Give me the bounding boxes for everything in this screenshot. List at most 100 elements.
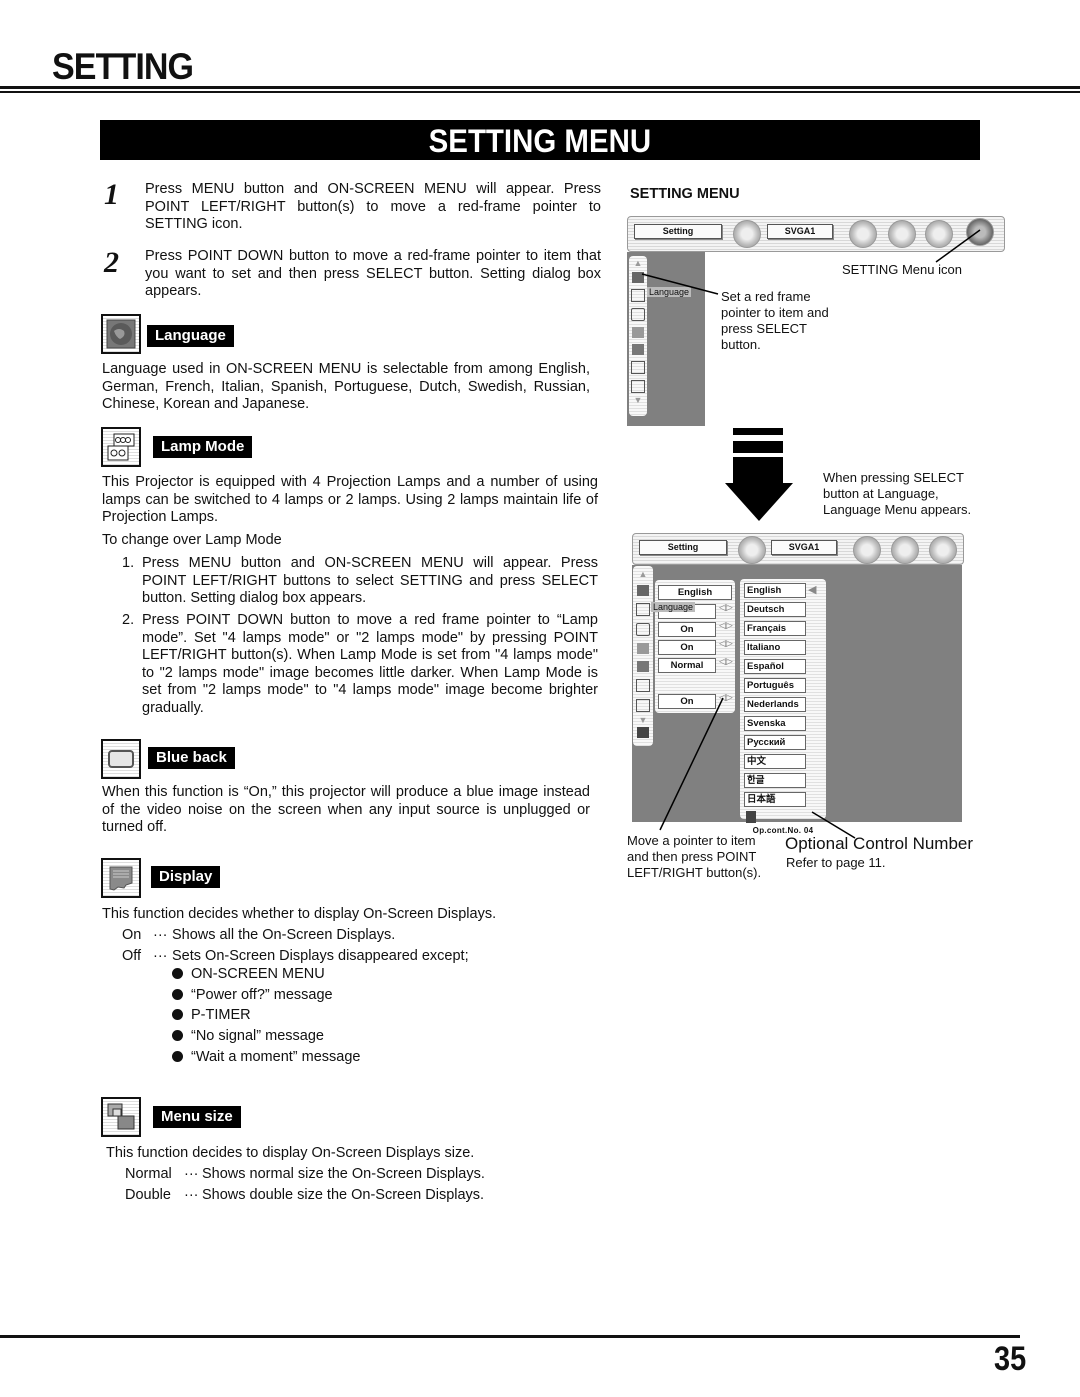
lamp-step-text-2: Press POINT DOWN button to move a red fr… bbox=[142, 612, 598, 716]
language-description: Language used in ON-SCREEN MENU is selec… bbox=[102, 361, 590, 412]
language-section-icon bbox=[101, 314, 141, 354]
select-language-callout: When pressing SELECT button at Language,… bbox=[823, 470, 972, 517]
logo-icon bbox=[631, 380, 645, 393]
language-option[interactable]: Français bbox=[744, 621, 806, 636]
lamp-step-text-1: Press MENU button and ON-SCREEN MENU wil… bbox=[142, 555, 598, 606]
setting-icon-callout: SETTING Menu icon bbox=[842, 262, 962, 277]
display-description: This function decides whether to display… bbox=[102, 906, 497, 922]
value-display[interactable]: On bbox=[658, 640, 716, 655]
left-right-arrows-icon: ◁▷ bbox=[719, 656, 733, 666]
blue-back-icon bbox=[636, 623, 650, 636]
figure-heading: SETTING MENU bbox=[630, 186, 740, 202]
blue-back-label: Blue back bbox=[148, 747, 235, 769]
display-option-on-key: On bbox=[122, 927, 142, 943]
language-option[interactable]: Deutsch bbox=[744, 602, 806, 617]
lamps-icon bbox=[107, 433, 135, 461]
list-item: “Wait a moment” message bbox=[172, 1047, 360, 1068]
display-exception-list: ON-SCREEN MENU “Power off?” message P-TI… bbox=[172, 964, 360, 1068]
osd-setting-label-2: Setting bbox=[639, 540, 727, 555]
language-label: Language bbox=[147, 325, 234, 347]
display-section-icon bbox=[101, 858, 141, 898]
lamp-mode-label: Lamp Mode bbox=[153, 436, 253, 458]
display-label: Display bbox=[151, 866, 221, 888]
display-option-off-key: Off bbox=[122, 948, 142, 964]
menu-size-option-double-desc: Shows double size the On-Screen Displays… bbox=[202, 1187, 485, 1203]
step-number-2: 2 bbox=[104, 246, 119, 279]
exception-text: P-TIMER bbox=[191, 1007, 251, 1024]
input-icon bbox=[738, 536, 766, 564]
blue-back-section-icon bbox=[101, 739, 141, 779]
sound-icon bbox=[929, 536, 957, 564]
bullet-icon bbox=[172, 1030, 183, 1042]
step-number-1: 1 bbox=[104, 178, 119, 211]
step-text-2: Press POINT DOWN button to move a red-fr… bbox=[145, 248, 601, 299]
list-item: “No signal” message bbox=[172, 1026, 360, 1047]
pointer-label-2: Language bbox=[651, 602, 696, 612]
menu-size-description: This function decides to display On-Scre… bbox=[106, 1145, 475, 1161]
move-pointer-callout: Move a pointer to item and then press PO… bbox=[627, 833, 762, 880]
list-item: ON-SCREEN MENU bbox=[172, 964, 360, 985]
arrow-bar-2 bbox=[733, 441, 783, 453]
menu-size-icon bbox=[632, 344, 644, 355]
footer-rule bbox=[0, 1335, 1020, 1338]
language-option[interactable]: Español bbox=[744, 659, 806, 674]
menu-size-option-double-sep: ··· bbox=[184, 1187, 199, 1203]
left-right-arrows-icon: ◁▷ bbox=[719, 638, 733, 648]
display-option-off-desc: Sets On-Screen Displays disappeared exce… bbox=[172, 948, 469, 964]
language-option[interactable]: Italiano bbox=[744, 640, 806, 655]
setting-icon-leader-line bbox=[935, 229, 981, 263]
down-arrow-icon bbox=[725, 457, 793, 521]
screen-icon bbox=[853, 536, 881, 564]
left-right-arrows-icon: ◁▷ bbox=[719, 620, 733, 630]
display-icon bbox=[637, 643, 649, 654]
value-blue-back[interactable]: On bbox=[658, 622, 716, 637]
set-pointer-leader-line bbox=[641, 273, 719, 295]
banner-title: SETTING MENU bbox=[428, 123, 652, 159]
lamp-mode-icon bbox=[636, 603, 650, 616]
page-title: SETTING bbox=[52, 46, 194, 87]
list-item: “Power off?” message bbox=[172, 985, 360, 1006]
exception-text: “Wait a moment” message bbox=[191, 1048, 361, 1065]
callout-lines-2 bbox=[659, 697, 856, 839]
value-language[interactable]: English bbox=[658, 585, 732, 600]
display-option-on-desc: Shows all the On-Screen Displays. bbox=[172, 927, 396, 943]
display-option-off-sep: ··· bbox=[153, 948, 168, 964]
left-right-arrows-icon: ◁▷ bbox=[719, 602, 733, 612]
opt-control-title: Optional Control Number bbox=[785, 834, 974, 853]
menu-size-section-icon bbox=[101, 1097, 141, 1137]
opt-control-ref: Refer to page 11. bbox=[786, 855, 886, 870]
current-language-arrow-icon: ◀ bbox=[808, 584, 817, 596]
exception-text: “Power off?” message bbox=[191, 986, 333, 1003]
bullet-icon bbox=[172, 988, 183, 1000]
value-menu-size[interactable]: Normal bbox=[658, 658, 716, 673]
arrow-bar-1 bbox=[733, 428, 783, 435]
globe-icon bbox=[106, 319, 136, 349]
scroll-down-icon: ▼ bbox=[633, 395, 643, 405]
language-icon bbox=[637, 585, 649, 596]
move-pointer-leader-line bbox=[659, 697, 724, 831]
lamp-mode-description: This Projector is equipped with 4 Projec… bbox=[102, 474, 598, 525]
list-item: P-TIMER bbox=[172, 1005, 360, 1026]
bullet-icon bbox=[172, 1050, 183, 1062]
menu-size-option-normal-sep: ··· bbox=[184, 1166, 199, 1182]
osd-source-label-2: SVGA1 bbox=[771, 540, 837, 555]
scroll-up-icon: ▲ bbox=[638, 569, 648, 579]
menu-size-option-normal-key: Normal bbox=[125, 1166, 172, 1182]
header-rule bbox=[0, 86, 1080, 89]
menu-size-label: Menu size bbox=[153, 1106, 241, 1128]
header-rule-thin bbox=[0, 91, 1080, 93]
step-text-1: Press MENU button and ON-SCREEN MENU wil… bbox=[145, 181, 601, 232]
display-icon bbox=[109, 866, 133, 891]
display-option-on-sep: ··· bbox=[153, 927, 168, 943]
set-pointer-callout: Set a red frame pointer to item and pres… bbox=[721, 289, 829, 352]
menu-size-option-double-key: Double bbox=[125, 1187, 171, 1203]
blue-back-description: When this function is “On,” this project… bbox=[102, 784, 590, 835]
menu-size-icon bbox=[107, 1103, 135, 1130]
bullet-icon bbox=[172, 968, 183, 979]
exception-text: ON-SCREEN MENU bbox=[191, 966, 325, 982]
menu-size-icon bbox=[637, 661, 649, 672]
page-number: 35 bbox=[994, 1340, 1027, 1378]
language-option[interactable]: English bbox=[744, 583, 806, 598]
image-adjust-icon bbox=[891, 536, 919, 564]
lamp-mode-section-icon bbox=[101, 427, 141, 467]
